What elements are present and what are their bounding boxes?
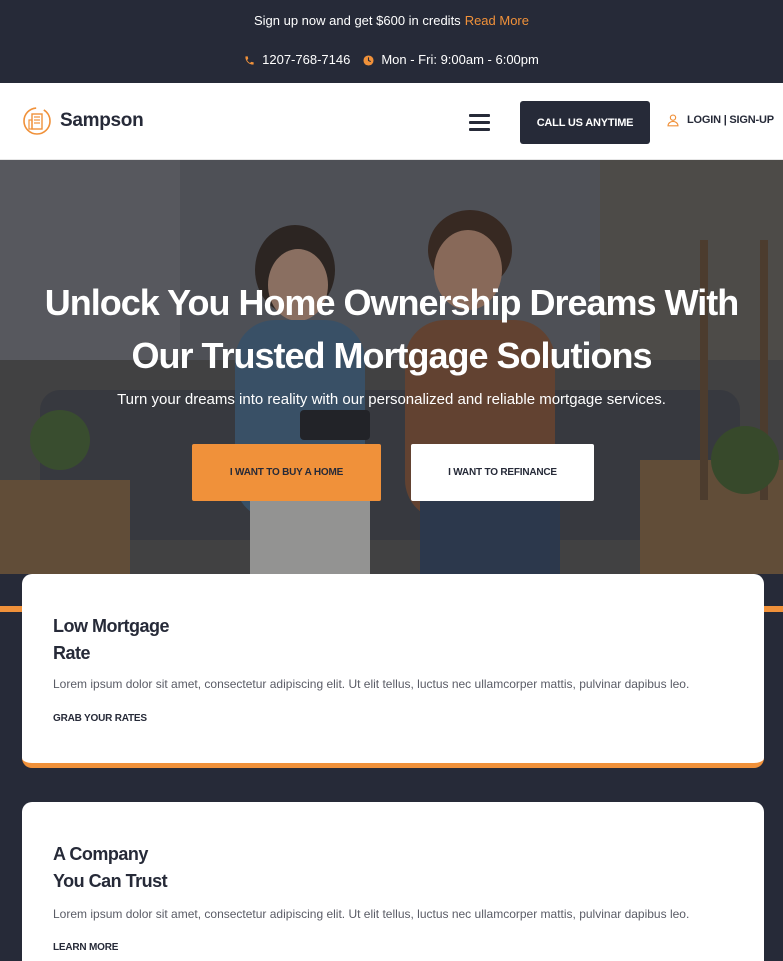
read-more-link[interactable]: Read More xyxy=(465,13,529,28)
hero-section: Unlock You Home Ownership Dreams With Ou… xyxy=(0,160,783,574)
logo[interactable]: Sampson xyxy=(22,106,144,136)
clock-icon xyxy=(363,54,374,66)
promo-text: Sign up now and get $600 in credits xyxy=(253,13,461,28)
building-logo-icon xyxy=(23,107,51,135)
learn-more-link[interactable]: LEARN MORE xyxy=(53,942,118,953)
card-description: Lorem ipsum dolor sit amet, consectetur … xyxy=(53,907,690,921)
card-title-line1: Low Mortgage xyxy=(53,616,170,636)
feature-card-low-rate: Low Mortgage Rate Lorem ipsum dolor sit … xyxy=(22,574,764,768)
user-icon xyxy=(667,114,679,127)
call-us-button[interactable]: CALL US ANYTIME xyxy=(520,101,650,144)
card-title-line2: Rate xyxy=(53,643,91,663)
logo-text: Sampson xyxy=(60,110,144,131)
grab-rates-link[interactable]: GRAB YOUR RATES xyxy=(53,713,147,724)
hero-subtitle: Turn your dreams into reality with our p… xyxy=(117,391,666,408)
business-hours: Mon - Fri: 9:00am - 6:00pm xyxy=(381,52,539,67)
login-label: LOGIN | SIGN-UP xyxy=(687,114,774,126)
hero-title-line2: Our Trusted Mortgage Solutions xyxy=(131,335,652,376)
phone-info: 1207-768-7146 xyxy=(244,51,350,69)
hero-title: Unlock You Home Ownership Dreams With Ou… xyxy=(0,276,783,382)
feature-card-trust: A Company You Can Trust Lorem ipsum dolo… xyxy=(22,802,764,961)
promo-bar: Sign up now and get $600 in credits Read … xyxy=(0,12,783,30)
buy-home-button[interactable]: I WANT TO BUY A HOME xyxy=(192,444,381,501)
card-title-line1: A Company xyxy=(53,844,148,864)
hero-title-line1: Unlock You Home Ownership Dreams With xyxy=(44,282,739,323)
card-title: A Company You Can Trust xyxy=(53,841,733,895)
phone-icon xyxy=(245,55,254,65)
card-title: Low Mortgage Rate xyxy=(53,613,733,667)
hours-info: Mon - Fri: 9:00am - 6:00pm xyxy=(363,51,539,69)
phone-number[interactable]: 1207-768-7146 xyxy=(262,51,350,69)
card-title-line2: You Can Trust xyxy=(53,871,168,891)
site-header: Sampson CALL US ANYTIME LOGIN | SIGN-UP xyxy=(0,83,783,160)
refinance-button[interactable]: I WANT TO REFINANCE xyxy=(411,444,594,501)
contact-info: 1207-768-7146 Mon - Fri: 9:00am - 6:00pm xyxy=(0,51,783,69)
card-description: Lorem ipsum dolor sit amet, consectetur … xyxy=(53,677,690,691)
top-bar: Sign up now and get $600 in credits Read … xyxy=(0,0,783,83)
hamburger-menu-icon[interactable] xyxy=(469,111,493,133)
login-signup-link[interactable]: LOGIN | SIGN-UP xyxy=(666,113,774,127)
